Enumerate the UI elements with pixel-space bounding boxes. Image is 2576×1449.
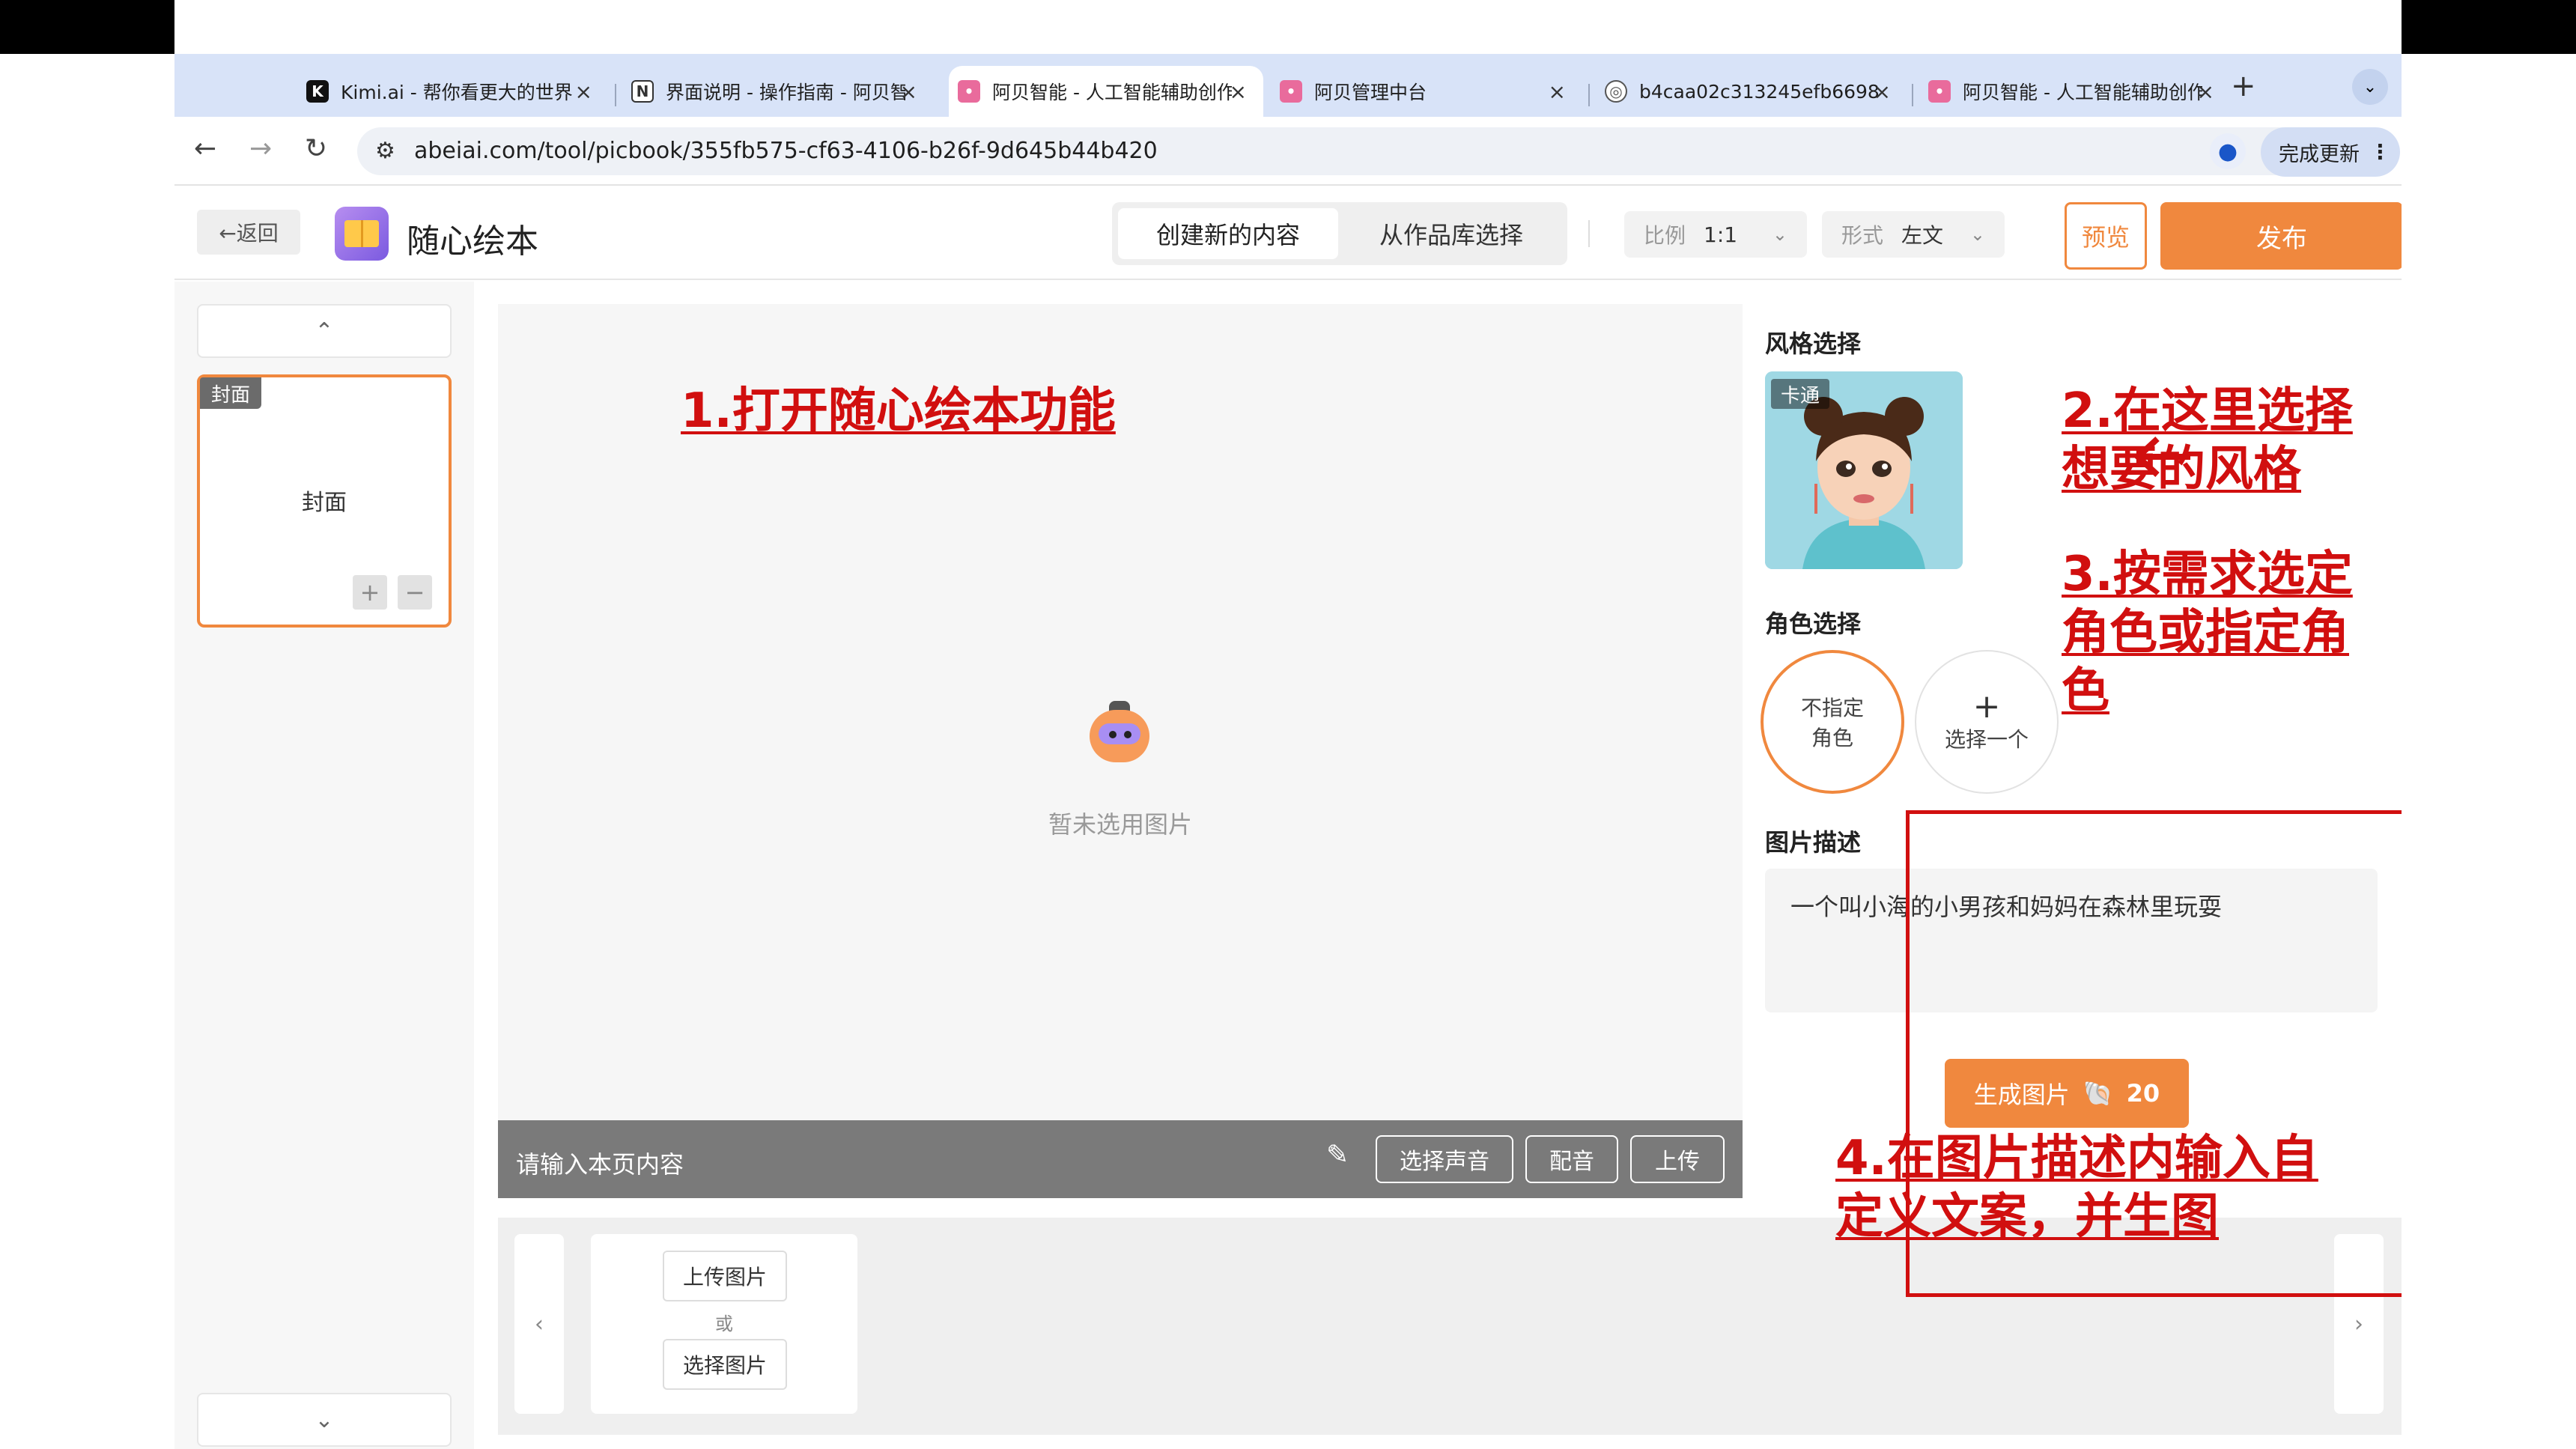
abei-icon: • — [958, 80, 980, 103]
desc-section-title: 图片描述 — [1765, 828, 1862, 857]
address-bar: ← → ↻ ⚙ abeiai.com/tool/picbook/355fb575… — [174, 117, 2402, 186]
more-menu-icon: ⋮ — [2370, 140, 2390, 164]
picbook-logo-icon — [335, 207, 389, 261]
preview-button[interactable]: 预览 — [2065, 202, 2147, 270]
tab-strip: K Kimi.ai - 帮你看更大的世界 × N 界面说明 - 操作指南 - 阿… — [174, 54, 2402, 117]
annotation-step-1: 1.打开随心绘本功能 — [681, 383, 1116, 439]
segment-create-new[interactable]: 创建新的内容 — [1118, 208, 1338, 259]
upload-card: 上传图片 或 选择图片 — [591, 1234, 857, 1414]
style-section-title: 风格选择 — [1765, 329, 1862, 358]
filmstrip-prev-button[interactable]: ‹ — [514, 1234, 564, 1414]
robot-mascot-icon — [1084, 701, 1155, 773]
divider — [1588, 220, 1590, 247]
close-icon[interactable]: × — [1230, 79, 1247, 104]
upload-audio-button[interactable]: 上传 — [1630, 1135, 1725, 1183]
style-tag: 卡通 — [1771, 379, 1829, 409]
publish-button[interactable]: 发布 — [2160, 202, 2402, 270]
close-icon[interactable]: × — [1874, 79, 1891, 104]
chevron-right-icon: › — [2354, 1310, 2363, 1337]
doc-icon: N — [631, 80, 654, 103]
red-arrow-icon — [2133, 437, 2190, 477]
tab-admin[interactable]: • 阿贝管理中台 × — [1280, 66, 1582, 117]
tab-separator — [1912, 84, 1913, 106]
select-image-button[interactable]: 选择图片 — [663, 1339, 787, 1390]
page-name: 封面 — [302, 490, 347, 516]
globe-icon: ◎ — [1605, 80, 1627, 103]
tab-hash[interactable]: ◎ b4caa02c313245efb6698 × — [1605, 66, 1907, 117]
plus-icon: + — [1972, 687, 2001, 726]
abei-icon: • — [1928, 80, 1951, 103]
scroll-up-button[interactable]: ⌃ — [197, 304, 452, 358]
add-page-button[interactable]: + — [353, 575, 387, 610]
tab-guide[interactable]: N 界面说明 - 操作指南 - 阿贝智能 × — [631, 66, 934, 117]
format-select[interactable]: 形式 左文 ⌄ — [1822, 211, 2005, 258]
reload-icon[interactable]: ↻ — [305, 133, 327, 164]
tab-abei-2[interactable]: • 阿贝智能 - 人工智能辅助创作 × — [1928, 66, 2231, 117]
page-badge: 封面 — [200, 377, 261, 409]
chevron-left-icon: ‹ — [535, 1310, 544, 1337]
scroll-down-button[interactable]: ⌄ — [197, 1393, 452, 1447]
chevron-down-icon: ⌄ — [1969, 224, 1985, 245]
browser-window: K Kimi.ai - 帮你看更大的世界 × N 界面说明 - 操作指南 - 阿… — [174, 0, 2402, 1449]
upload-image-button[interactable]: 上传图片 — [663, 1251, 787, 1301]
role-select-option[interactable]: + 选择一个 — [1915, 650, 2059, 794]
tab-separator — [615, 84, 616, 106]
tab-separator — [1588, 84, 1590, 106]
annotation-step-2: 2.在这里选择 想要的风格 — [2062, 383, 2353, 497]
role-none-option[interactable]: 不指定 角色 — [1761, 650, 1904, 794]
profile-avatar-icon[interactable]: ● — [2210, 133, 2246, 169]
page-text-input[interactable]: 请输入本页内容 — [516, 1146, 684, 1180]
chevron-up-icon: ⌃ — [315, 318, 334, 344]
close-icon[interactable]: × — [2197, 79, 2214, 104]
abei-icon: • — [1280, 80, 1302, 103]
select-voice-button[interactable]: 选择声音 — [1376, 1135, 1513, 1183]
chevron-down-icon: ⌄ — [315, 1406, 334, 1433]
app-header: ←返回 随心绘本 创建新的内容 从作品库选择 比例 1:1 ⌄ 形式 左文 ⌄ … — [174, 186, 2402, 280]
app-title: 随心绘本 — [407, 222, 538, 261]
annotation-step-3: 3.按需求选定 角色或指定角 色 — [2062, 547, 2353, 719]
segment-from-library[interactable]: 从作品库选择 — [1341, 208, 1561, 259]
kimi-icon: K — [306, 80, 329, 103]
edit-pencil-icon[interactable]: ✎ — [1326, 1140, 1349, 1170]
role-section-title: 角色选择 — [1765, 610, 1862, 638]
close-icon[interactable]: × — [1549, 79, 1566, 104]
back-button[interactable]: ←返回 — [197, 210, 300, 255]
remove-page-button[interactable]: − — [398, 575, 432, 610]
site-settings-icon[interactable]: ⚙ — [375, 138, 395, 164]
chevron-down-icon: ⌄ — [1772, 224, 1787, 245]
tab-search-button[interactable]: ⌄ — [2352, 69, 2388, 105]
back-arrow-icon[interactable]: ← — [194, 133, 216, 164]
page-list-panel: ⌃ 封面 封面 + − ⌄ — [174, 282, 474, 1449]
close-icon[interactable]: × — [900, 79, 917, 104]
new-tab-button[interactable]: + — [2231, 69, 2256, 103]
chevron-down-icon: ⌄ — [2363, 77, 2378, 97]
empty-image-text: 暂未选用图片 — [1048, 810, 1192, 839]
tab-kimi[interactable]: K Kimi.ai - 帮你看更大的世界 × — [306, 66, 609, 117]
page-text-bar: 请输入本页内容 ✎ 选择声音 配音 上传 — [498, 1120, 1743, 1198]
or-label: 或 — [715, 1313, 733, 1334]
close-icon[interactable]: × — [575, 79, 592, 104]
omnibox[interactable]: ⚙ abeiai.com/tool/picbook/355fb575-cf63-… — [357, 127, 2349, 175]
ratio-select[interactable]: 比例 1:1 ⌄ — [1624, 211, 1807, 258]
tab-abei-active[interactable]: • 阿贝智能 - 人工智能辅助创作 × — [949, 66, 1263, 117]
update-button[interactable]: 完成更新 ⋮ — [2261, 127, 2400, 177]
dubbing-button[interactable]: 配音 — [1525, 1135, 1618, 1183]
annotation-step-4: 4.在图片描述内输入自 定义文案，并生图 — [1835, 1131, 2318, 1245]
url-text[interactable]: abeiai.com/tool/picbook/355fb575-cf63-41… — [414, 138, 1158, 164]
content-source-segment: 创建新的内容 从作品库选择 — [1112, 202, 1567, 265]
page-card-cover[interactable]: 封面 封面 + − — [197, 374, 452, 628]
forward-arrow-icon[interactable]: → — [249, 133, 272, 164]
style-option-cartoon[interactable]: 卡通 — [1765, 371, 1963, 569]
